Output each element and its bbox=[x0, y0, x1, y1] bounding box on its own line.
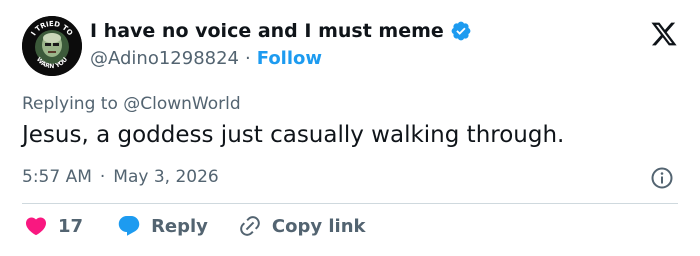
replying-to-label[interactable]: Replying to @ClownWorld bbox=[22, 94, 241, 114]
heart-icon bbox=[25, 217, 47, 236]
author-handle-row: @Adino1298824 · Follow bbox=[90, 48, 322, 69]
info-icon[interactable] bbox=[650, 166, 674, 190]
meta-separator: · bbox=[99, 167, 106, 187]
like-count: 17 bbox=[58, 215, 84, 237]
copy-link-button[interactable]: Copy link bbox=[238, 214, 366, 238]
copy-link-label: Copy link bbox=[271, 215, 366, 237]
like-button[interactable]: 17 bbox=[24, 214, 83, 238]
handle-separator: · bbox=[245, 48, 251, 69]
verified-badge-icon[interactable] bbox=[450, 20, 472, 42]
action-bar: 17 Reply Copy link bbox=[24, 214, 396, 238]
author-display-name[interactable]: I have no voice and I must meme bbox=[90, 20, 444, 42]
x-logo-icon[interactable] bbox=[650, 20, 678, 48]
reply-bubble-icon bbox=[118, 216, 140, 236]
tweet-timestamp[interactable]: 5:57 AM · May 3, 2026 bbox=[22, 167, 219, 187]
author-name-row: I have no voice and I must meme bbox=[90, 20, 472, 42]
link-icon bbox=[240, 216, 260, 236]
divider bbox=[22, 203, 678, 204]
tweet-date: May 3, 2026 bbox=[113, 167, 219, 187]
tweet-text: Jesus, a goddess just casually walking t… bbox=[22, 122, 565, 148]
follow-button[interactable]: Follow bbox=[257, 48, 322, 69]
avatar-image: I TRIED TO WARN YOU bbox=[22, 16, 82, 76]
avatar[interactable]: I TRIED TO WARN YOU bbox=[22, 16, 82, 76]
tweet-time: 5:57 AM bbox=[22, 167, 92, 187]
reply-label: Reply bbox=[151, 215, 208, 237]
reply-button[interactable]: Reply bbox=[117, 214, 208, 238]
author-handle[interactable]: @Adino1298824 bbox=[90, 48, 239, 69]
